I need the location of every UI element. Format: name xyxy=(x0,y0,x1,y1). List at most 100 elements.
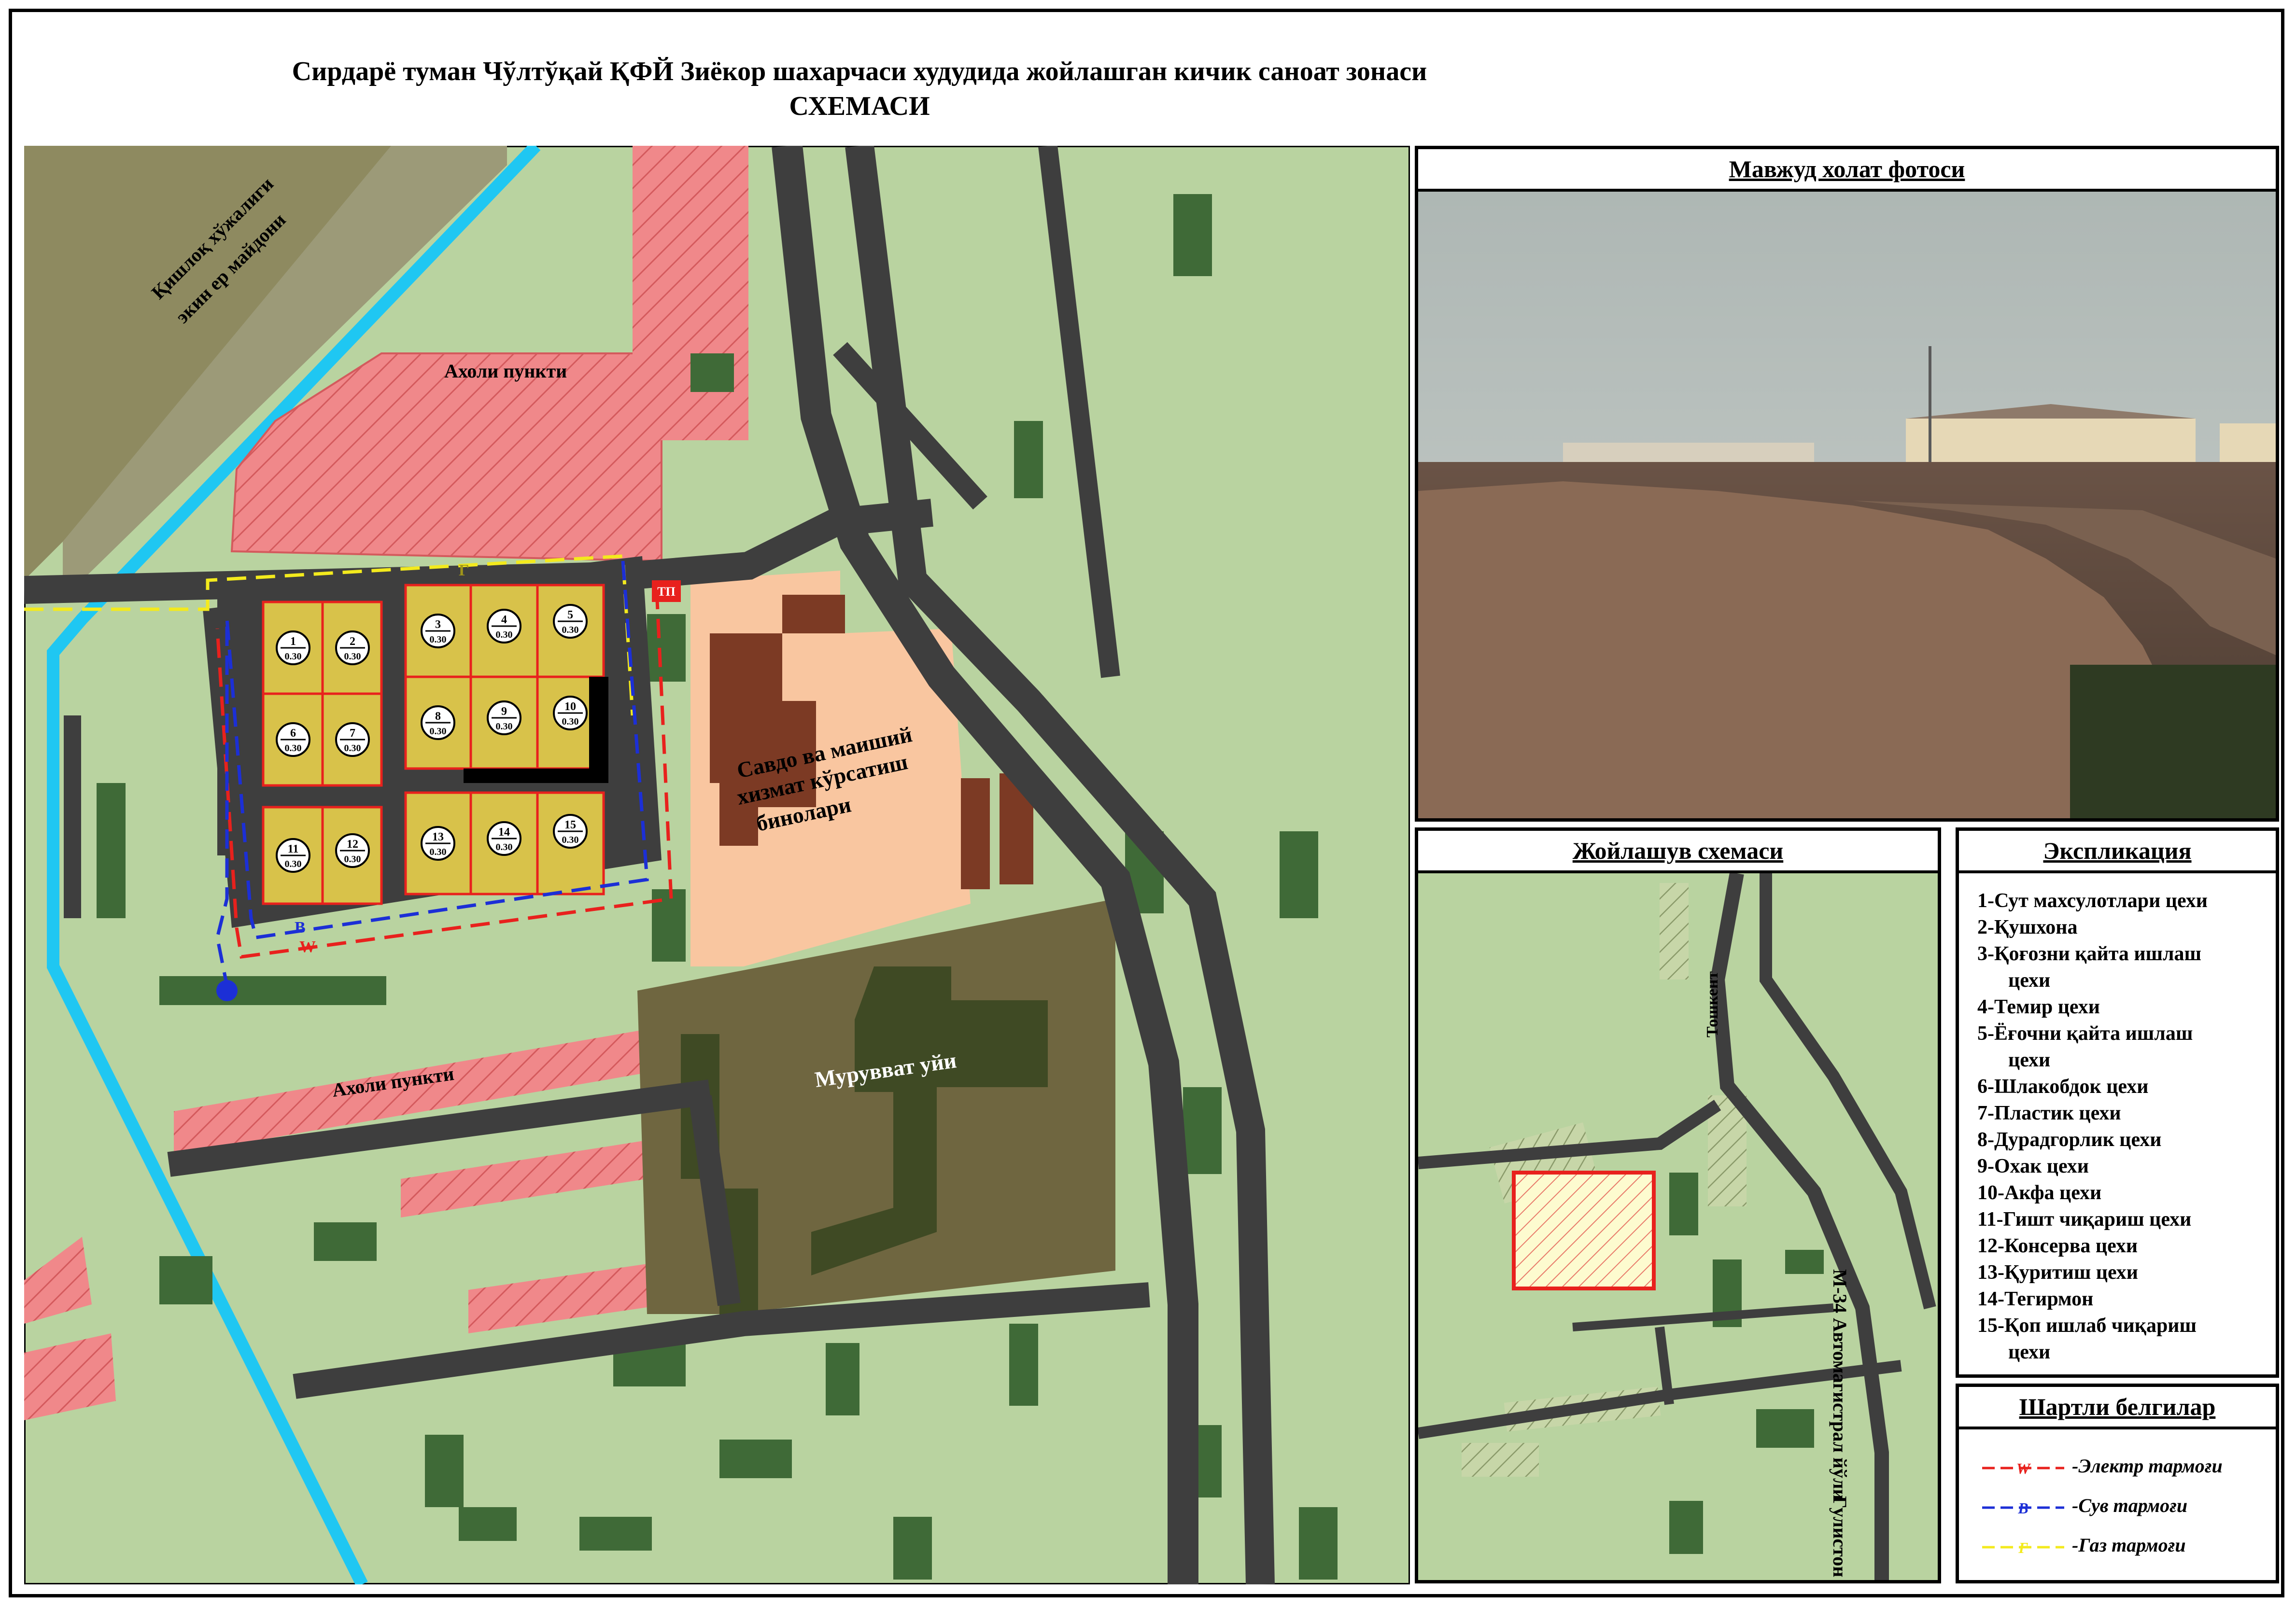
photo-panel: Мавжуд холат фотоси xyxy=(1415,146,2279,822)
site-location-marker xyxy=(1512,1171,1656,1290)
explication-item: 5-Ёғочни қайта ишлаш xyxy=(1977,1022,2193,1045)
explication-item-continuation: цехи xyxy=(2008,1341,2051,1363)
plot-area: 0.30 xyxy=(285,651,302,662)
svg-text:Г: Г xyxy=(2018,1539,2028,1556)
location-panel-title: Жойлашув схемаси xyxy=(1418,831,1938,873)
legend-label: -Электр тармоғи xyxy=(2072,1455,2223,1477)
plot-1[interactable]: 10.30 xyxy=(276,630,310,665)
explication-title: Экспликация xyxy=(1959,831,2276,873)
plot-number: 12 xyxy=(347,838,358,851)
explication-item: 7-Пластик цехи xyxy=(1977,1102,2121,1124)
explication-item: 13-Қуритиш цехи xyxy=(1977,1261,2138,1284)
plot-4[interactable]: 40.30 xyxy=(487,609,521,644)
legend-label: -Газ тармоғи xyxy=(2072,1534,2186,1556)
explication-item: 3-Қоғозни қайта ишлаш xyxy=(1977,943,2202,965)
main-site-map: ТП W В Г 10.3020.3030.3040.3050.3060.307… xyxy=(24,146,1410,1584)
location-panel: Жойлашув схемаси Тошкент М-34 Автомагист… xyxy=(1415,827,1941,1583)
plot-number: 2 xyxy=(350,635,355,648)
legend-line-symbol: W xyxy=(1982,1460,2064,1477)
plot-number: 15 xyxy=(564,819,576,831)
explication-item: 15-Қоп ишлаб чиқариш xyxy=(1977,1315,2197,1337)
site-photo xyxy=(1418,192,2276,818)
industrial-zone xyxy=(203,556,662,928)
explication-item: 9-Охак цехи xyxy=(1977,1155,2089,1177)
explication-item: 14-Тегирмон xyxy=(1977,1288,2094,1310)
transformer-substation: ТП xyxy=(652,580,681,602)
photo-panel-title: Мавжуд холат фотоси xyxy=(1418,149,2276,192)
plot-area: 0.30 xyxy=(430,726,447,737)
plot-area: 0.30 xyxy=(344,854,361,865)
plot-11[interactable]: 110.30 xyxy=(276,838,310,873)
plot-area: 0.30 xyxy=(285,743,302,754)
plot-number: 14 xyxy=(498,826,510,839)
plot-area: 0.30 xyxy=(562,716,579,727)
plot-number: 5 xyxy=(567,609,573,621)
road-tashkent-label: Тошкент xyxy=(1704,971,1721,1037)
plot-area: 0.30 xyxy=(562,625,579,635)
plot-area: 0.30 xyxy=(496,721,513,732)
explication-item: 12-Консерва цехи xyxy=(1977,1235,2138,1257)
plot-area: 0.30 xyxy=(430,634,447,645)
plot-area: 0.30 xyxy=(562,835,579,845)
svg-text:В: В xyxy=(2017,1499,2028,1517)
legend-item: В -Сув тармоғи xyxy=(1982,1494,2187,1517)
plot-number: 6 xyxy=(290,727,296,740)
legend-item: W -Электр тармоғи xyxy=(1982,1455,2223,1478)
plot-8[interactable]: 80.30 xyxy=(421,705,455,740)
trade-building xyxy=(782,595,845,633)
plot-area: 0.30 xyxy=(496,630,513,640)
explication-item-continuation: цехи xyxy=(2008,969,2051,992)
legend-item: Г -Газ тармоғи xyxy=(1982,1534,2186,1557)
plot-area: 0.30 xyxy=(430,847,447,857)
plot-2[interactable]: 20.30 xyxy=(335,630,370,665)
plot-9[interactable]: 90.30 xyxy=(487,700,521,735)
plot-number: 11 xyxy=(288,843,299,855)
plot-6[interactable]: 60.30 xyxy=(276,722,310,757)
explication-item-continuation: цехи xyxy=(2008,1049,2051,1071)
water-marker: В xyxy=(295,919,306,937)
plot-number: 13 xyxy=(432,831,444,843)
plot-number: 1 xyxy=(290,635,296,648)
plot-number: 10 xyxy=(564,700,576,713)
legend-line-symbol: Г xyxy=(1982,1539,2064,1556)
legend-label: -Сув тармоғи xyxy=(2072,1495,2188,1516)
plot-number: 3 xyxy=(435,618,441,631)
water-well xyxy=(216,980,238,1001)
legend-title: Шартли белгилар xyxy=(1959,1387,2276,1429)
title-line-2: СХЕМАСИ xyxy=(789,91,930,121)
electric-marker: W xyxy=(299,938,316,956)
explication-item: 4-Темир цехи xyxy=(1977,996,2100,1018)
svg-text:W: W xyxy=(2016,1460,2031,1477)
plot-15[interactable]: 150.30 xyxy=(553,814,588,849)
explication-item: 8-Дурадгорлик цехи xyxy=(1977,1129,2162,1151)
plot-number: 8 xyxy=(435,710,441,723)
explication-item: 1-Сут махсулотлари цехи xyxy=(1977,890,2208,912)
sheet-title: Сирдарё туман Чўлтўқай ҚФЙ Зиёкор шахарч… xyxy=(0,54,1719,124)
legend-line-symbol: В xyxy=(1982,1499,2064,1517)
plot-10[interactable]: 100.30 xyxy=(553,696,588,730)
plot-area: 0.30 xyxy=(344,651,361,662)
legend-panel: Шартли белгилар W -Электр тармоғи В -Сув та… xyxy=(1956,1384,2279,1583)
svg-text:ТП: ТП xyxy=(657,585,676,599)
road-gulistan-label: Гулистон xyxy=(1829,1496,1851,1577)
plot-13[interactable]: 130.30 xyxy=(421,826,455,861)
plot-7[interactable]: 70.30 xyxy=(335,722,370,757)
plot-area: 0.30 xyxy=(285,859,302,869)
plot-area: 0.30 xyxy=(344,743,361,754)
explication-item: 11-Гишт чиқариш цехи xyxy=(1977,1208,2192,1231)
plot-number: 4 xyxy=(501,614,507,626)
title-line-1: Сирдарё туман Чўлтўқай ҚФЙ Зиёкор шахарч… xyxy=(292,56,1427,86)
plot-5[interactable]: 50.30 xyxy=(553,604,588,639)
explication-item: 10-Акфа цехи xyxy=(1977,1182,2102,1204)
explication-item: 6-Шлакобдок цехи xyxy=(1977,1076,2149,1098)
settlement-top-label: Ахоли пункти xyxy=(444,360,567,382)
location-map: Тошкент М-34 Автомагистрал йўли Гулистон xyxy=(1418,873,1938,1580)
plot-14[interactable]: 140.30 xyxy=(487,821,521,856)
plot-number: 7 xyxy=(350,727,355,740)
highway-label: М-34 Автомагистрал йўли xyxy=(1829,1269,1851,1500)
explication-panel: Экспликация 1-Сут махсулотлари цехи 2-Қуш… xyxy=(1956,827,2279,1378)
gas-marker: Г xyxy=(459,561,469,579)
plot-number: 9 xyxy=(501,705,507,718)
plot-12[interactable]: 120.30 xyxy=(335,833,370,868)
plot-3[interactable]: 30.30 xyxy=(421,614,455,648)
